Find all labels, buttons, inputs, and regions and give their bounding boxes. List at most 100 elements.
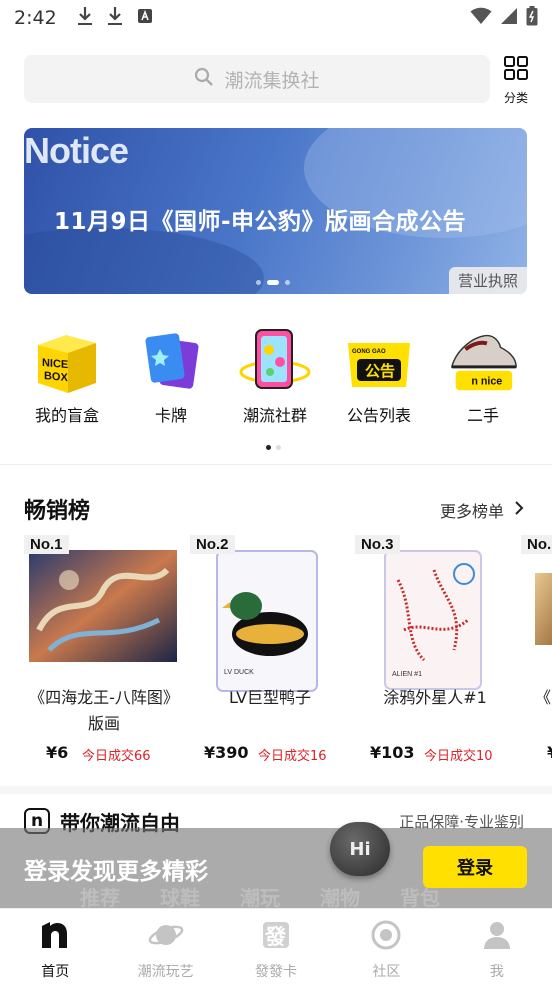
rank-item-deals: 今日成交16 [258,749,327,764]
quick-item-announcements[interactable]: GONG GAO 公告 公告列表 [329,326,429,426]
ranking-item-partial[interactable]: No. 《 ¥ [521,535,552,775]
target-circle-icon [370,919,402,955]
quick-item-community[interactable]: 潮流社群 [225,326,325,426]
announcement-icon: GONG GAO 公告 [342,326,416,398]
quick-item-second-hand[interactable]: n nice 二手 [433,326,533,426]
svg-text:LV DUCK: LV DUCK [224,669,254,676]
signal-icon [500,7,518,29]
feed-tab: 潮玩 [240,886,280,910]
rank-item-name: 《四海龙王-八阵图》版画 [29,688,179,733]
quick-item-label: 公告列表 [346,406,411,425]
rank-number: No. [521,535,552,554]
status-time: 2:42 [14,7,57,29]
tab-label: 我 [489,964,504,980]
tab-trend-toys[interactable]: 潮流玩艺 [110,909,220,986]
tab-label: 社区 [372,964,401,980]
section-divider [0,464,552,465]
second-hand-sneaker-icon: n nice [446,326,520,398]
tab-community[interactable]: 社区 [331,909,441,986]
user-icon [481,919,513,955]
rank-image-dragon-print [29,550,177,662]
business-license-link[interactable]: 营业执照 [448,267,527,294]
banner-dot [285,280,290,285]
svg-text:ALIEN #1: ALIEN #1 [392,671,422,678]
rank-item-price: ¥390 [204,743,249,762]
chevron-right-icon [514,500,524,520]
rank-item-name: LV巨型鸭子 [228,688,312,707]
rank-number: No.1 [24,535,69,554]
feed-tab: 推荐 [80,886,120,910]
quick-item-label: 潮流社群 [242,406,307,425]
category-label: 分类 [503,91,528,105]
svg-text:公告: 公告 [365,362,395,380]
section-divider [0,786,552,794]
rank-item-price: ¥ [547,743,552,762]
planet-icon [148,919,184,955]
rank-image-partial [535,573,552,645]
banner-notice-heading: Notice [24,130,129,171]
ranking-title: 畅销榜 [24,499,91,524]
svg-text:n nice: n nice [471,375,502,387]
bottom-tab-bar: 首页 潮流玩艺 發 發發卡 社区 我 [0,908,552,986]
rank-item-price: ¥6 [46,743,69,762]
rank-item-deals: 今日成交10 [424,749,493,764]
tab-label: 潮流玩艺 [137,964,194,980]
battery-icon [526,6,538,30]
tab-label: 首页 [41,964,70,980]
banner-dot-active [267,280,279,285]
fa-character-icon: 發 [260,919,292,955]
tab-home[interactable]: 首页 [0,909,110,986]
login-prompt-bar: 推荐 球鞋 潮玩 潮物 背包 Hi 登录发现更多精彩 登录 [0,822,552,911]
quick-item-cards[interactable]: 卡牌 [121,326,221,426]
category-button[interactable]: 分类 [500,55,532,106]
quick-item-blind-box[interactable]: NICE BOX 我的盲盒 [17,326,117,426]
feed-tab: 球鞋 [160,886,200,910]
wifi-icon [470,7,492,29]
rank-number: No.2 [190,535,235,554]
quick-item-label: 二手 [466,406,499,425]
tab-fafa-card[interactable]: 發 發發卡 [221,909,331,986]
rank-number: No.3 [355,535,400,554]
banner-pagination [256,280,290,285]
download-icon [77,6,93,30]
svg-text:GONG GAO: GONG GAO [352,349,386,355]
community-phone-icon [238,326,312,398]
banner-dot [256,280,261,285]
login-button[interactable]: 登录 [423,846,527,888]
search-bar[interactable]: 潮流集换社 [24,55,490,103]
svg-text:NICE: NICE [42,357,68,371]
rank-item-deals: 今日成交66 [82,749,151,764]
banner-carousel[interactable]: Notice 11月9日《国师-申公豹》版画合成公告 营业执照 [24,128,527,294]
nice-box-icon: NICE BOX [30,326,104,398]
tab-label: 發發卡 [255,964,298,980]
svg-text:發: 發 [264,925,286,949]
rank-item-name: 《 [534,688,551,707]
svg-text:BOX: BOX [44,370,68,384]
home-n-logo-icon [39,919,71,955]
rank-item-price: ¥103 [370,743,415,762]
more-rankings-label: 更多榜单 [440,502,505,521]
feed-tabs-behind: 推荐 球鞋 潮玩 潮物 背包 [80,882,440,911]
banner-title: 11月9日《国师-申公豹》版画合成公告 [54,209,467,235]
rank-image-duck-card: LV DUCK [216,550,318,692]
quick-dot [276,445,281,450]
more-rankings-link[interactable]: 更多榜单 [440,498,524,522]
grid-icon [503,55,529,85]
rank-item-name: 涂鸦外星人#1 [383,688,487,707]
quick-item-label: 我的盲盒 [34,406,99,425]
login-prompt-text: 登录发现更多精彩 [24,859,208,885]
search-icon [194,67,214,91]
search-placeholder: 潮流集换社 [224,69,320,92]
rank-image-alien-card: ALIEN #1 [384,550,482,690]
quick-pagination [266,445,281,450]
download-icon [107,6,123,30]
quick-dot-active [266,445,271,450]
cards-icon [134,326,208,398]
hi-floating-button[interactable]: Hi [330,822,390,876]
tab-me[interactable]: 我 [442,909,552,986]
feed-tab: 潮物 [320,886,360,910]
notification-app-icon [137,8,153,28]
status-bar: 2:42 [0,0,552,36]
quick-entry-row: NICE BOX 我的盲盒 卡牌 潮流社群 GONG GAO 公告 公告列表 n… [0,326,552,436]
quick-item-label: 卡牌 [154,406,187,425]
